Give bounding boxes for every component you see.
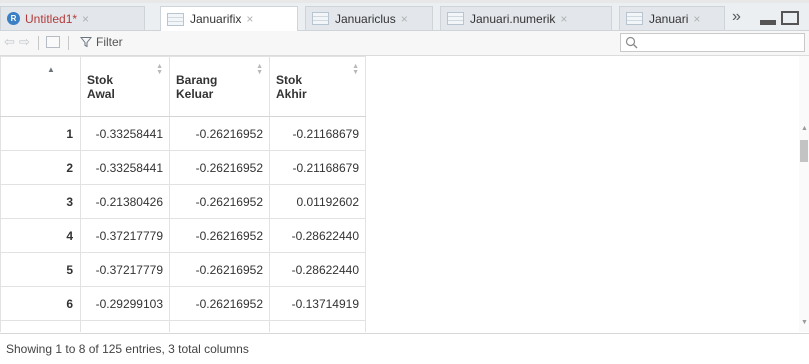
tab-untitled1[interactable]: R Untitled1* × — [0, 6, 145, 30]
tab-januari-numerik[interactable]: Januari.numerik × — [440, 6, 612, 30]
column-header-label: Awal — [87, 86, 115, 101]
table-cell: -0.37217779 — [80, 218, 170, 253]
table-row: 4 -0.37217779 -0.26216952 -0.28622440 — [0, 218, 366, 253]
tab-januarifix[interactable]: Januarifix × — [160, 6, 298, 31]
column-header-label: Stok — [276, 72, 303, 87]
row-number: 7 — [0, 320, 81, 332]
row-number: 1 — [0, 116, 81, 151]
table-cell: -0.21380426 — [80, 184, 170, 219]
editor-tab-bar: R Untitled1* × Januarifix × Januariclus … — [0, 3, 809, 31]
r-script-icon: R — [7, 12, 20, 25]
row-number: 6 — [0, 286, 81, 321]
filter-funnel-icon — [80, 37, 92, 48]
table-cell: -0.26216952 — [169, 218, 270, 253]
tab-label: Januarifix — [190, 12, 242, 26]
column-header-stok-akhir[interactable]: Stok Akhir ▲ ▼ — [269, 56, 366, 117]
table-cell: -0.13714919 — [269, 286, 366, 321]
entries-summary: Showing 1 to 8 of 125 entries, 3 total c… — [6, 342, 249, 356]
tab-overflow-icon[interactable]: » — [732, 9, 741, 25]
tab-januariclus[interactable]: Januariclus × — [305, 6, 433, 30]
forward-arrow-icon[interactable]: ⇨ — [19, 35, 33, 48]
data-table-icon — [447, 12, 464, 25]
tab-close-icon[interactable]: × — [693, 12, 700, 26]
tab-close-icon[interactable]: × — [401, 12, 408, 26]
table-cell: -0.21168679 — [269, 150, 366, 185]
sort-ascending-icon: ▲ — [47, 65, 55, 74]
table-row: 3 -0.21380426 -0.26216952 0.01192602 — [0, 184, 366, 219]
table-cell: 0.01192602 — [269, 184, 366, 219]
filter-button[interactable]: Filter — [80, 35, 123, 49]
row-number: 5 — [0, 252, 81, 287]
data-table-icon — [312, 12, 329, 25]
column-header-barang-keluar[interactable]: Barang Keluar ▲ ▼ — [169, 56, 270, 117]
row-number: 4 — [0, 218, 81, 253]
table-cell: -0.26216952 — [169, 184, 270, 219]
table-cell: -0.21168679 — [269, 116, 366, 151]
table-cell: -0.26216952 — [169, 320, 270, 332]
column-header-label: Barang — [176, 72, 218, 87]
table-cell: -0.29299103 — [80, 286, 170, 321]
table-cell: -0.33258441 — [80, 116, 170, 151]
data-table-icon — [167, 12, 184, 26]
back-arrow-icon[interactable]: ⇦ — [4, 35, 18, 48]
row-number: 2 — [0, 150, 81, 185]
table-row: 7 -0.37217779 -0.26216952 -0.28622440 — [0, 320, 366, 332]
scroll-up-arrow-icon[interactable]: ▲ — [801, 125, 808, 132]
toolbar-divider — [38, 36, 39, 50]
tab-januari[interactable]: Januari × — [619, 6, 725, 30]
table-cell: -0.37217779 — [80, 320, 170, 332]
table-cell: -0.26216952 — [169, 252, 270, 287]
search-box[interactable] — [620, 33, 805, 52]
viewer-toolbar: ⇦ ⇨ Filter — [0, 31, 809, 56]
scrollbar-thumb[interactable] — [800, 140, 808, 162]
sort-toggle-icon[interactable]: ▲ ▼ — [352, 63, 359, 76]
table-row: 5 -0.37217779 -0.26216952 -0.28622440 — [0, 252, 366, 287]
tab-label: Januariclus — [335, 11, 396, 26]
tab-close-icon[interactable]: × — [560, 12, 567, 26]
tab-close-icon[interactable]: × — [82, 12, 89, 26]
column-header-stok-awal[interactable]: Stok Awal ▲ ▼ — [80, 56, 170, 117]
data-grid: ▲ Stok Awal ▲ ▼ Barang Keluar ▲ ▼ Stok Akh… — [0, 56, 809, 332]
row-number-header[interactable]: ▲ — [0, 56, 81, 117]
table-header-row: ▲ Stok Awal ▲ ▼ Barang Keluar ▲ ▼ Stok Akh… — [0, 56, 366, 117]
tab-label: Untitled1* — [25, 11, 78, 26]
search-input[interactable] — [643, 34, 798, 51]
data-table: ▲ Stok Awal ▲ ▼ Barang Keluar ▲ ▼ Stok Akh… — [0, 56, 366, 332]
table-cell: -0.26216952 — [169, 150, 270, 185]
table-row: 2 -0.33258441 -0.26216952 -0.21168679 — [0, 150, 366, 185]
toolbar-divider — [68, 36, 69, 50]
vertical-scrollbar[interactable]: ▲ ▼ — [799, 56, 809, 332]
table-cell: -0.26216952 — [169, 116, 270, 151]
table-cell: -0.28622440 — [269, 320, 366, 332]
table-cell: -0.26216952 — [169, 286, 270, 321]
table-cell: -0.28622440 — [269, 218, 366, 253]
search-magnifier-icon — [625, 36, 638, 49]
table-row: 6 -0.29299103 -0.26216952 -0.13714919 — [0, 286, 366, 321]
row-number: 3 — [0, 184, 81, 219]
data-table-icon — [626, 12, 643, 25]
maximize-icon[interactable] — [781, 11, 799, 25]
filter-label: Filter — [96, 35, 123, 49]
scroll-down-arrow-icon[interactable]: ▼ — [801, 319, 808, 326]
tab-label: Januari — [649, 11, 689, 26]
table-cell: -0.33258441 — [80, 150, 170, 185]
sort-toggle-icon[interactable]: ▲ ▼ — [256, 63, 263, 76]
table-cell: -0.37217779 — [80, 252, 170, 287]
table-row: 1 -0.33258441 -0.26216952 -0.21168679 — [0, 116, 366, 151]
column-header-label: Keluar — [176, 86, 214, 101]
tab-close-icon[interactable]: × — [246, 12, 253, 26]
column-header-label: Stok — [87, 72, 114, 87]
popout-window-icon[interactable] — [46, 36, 60, 48]
column-header-label: Akhir — [276, 86, 307, 101]
sort-toggle-icon[interactable]: ▲ ▼ — [156, 63, 163, 76]
minimize-icon[interactable] — [760, 20, 776, 25]
status-bar: Showing 1 to 8 of 125 entries, 3 total c… — [0, 333, 809, 364]
table-cell: -0.28622440 — [269, 252, 366, 287]
tab-label: Januari.numerik — [470, 11, 556, 26]
